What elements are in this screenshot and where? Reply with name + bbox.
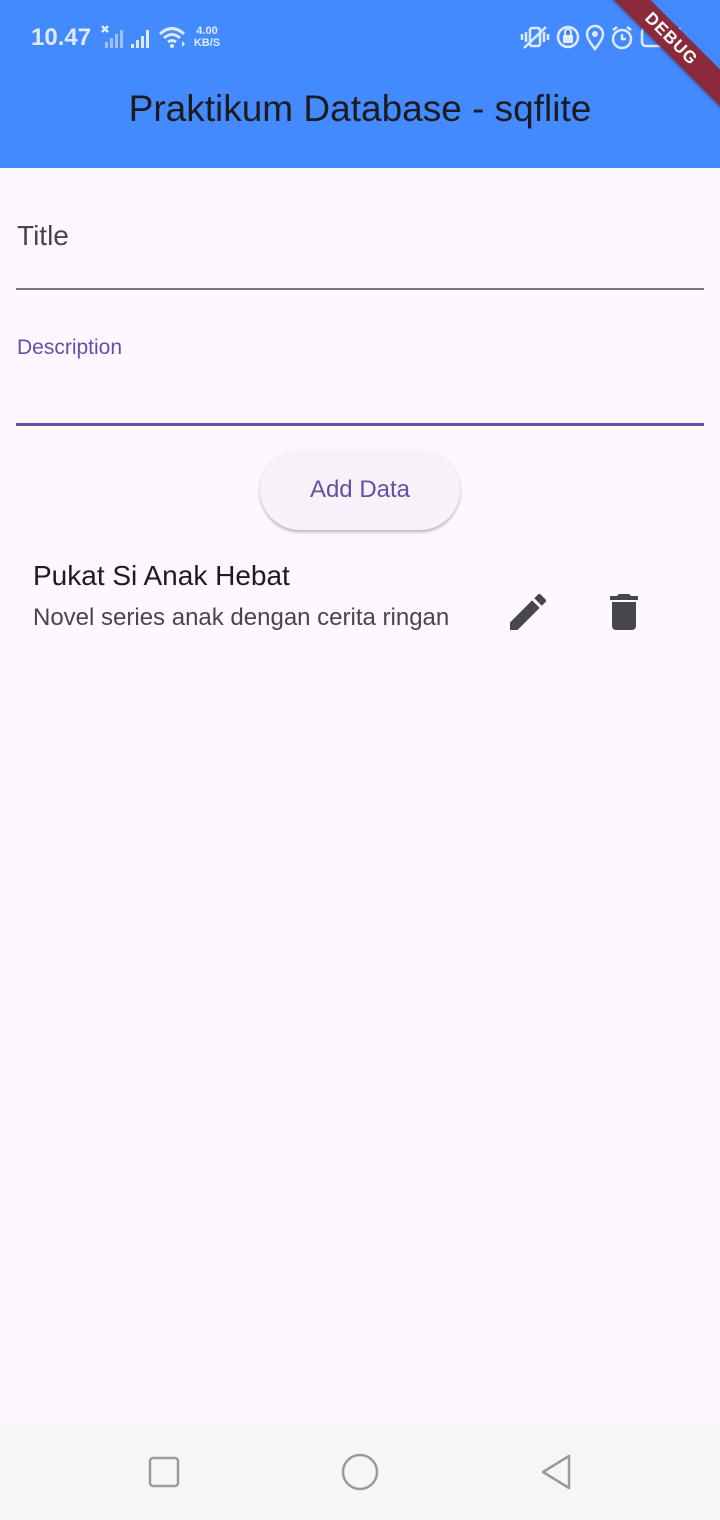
network-speed-value: 4.00 <box>196 25 218 37</box>
item-description: Novel series anak dengan cerita ringan <box>33 604 450 631</box>
trash-icon <box>610 594 638 630</box>
network-speed: 4.00 KB/S <box>191 25 223 49</box>
description-field[interactable]: Description <box>16 320 704 426</box>
add-data-button[interactable]: Add Data <box>260 450 460 530</box>
description-field-label: Description <box>17 336 123 359</box>
item-title: Pukat Si Anak Hebat <box>33 560 290 591</box>
wifi-icon <box>158 27 186 48</box>
home-icon[interactable] <box>340 1452 380 1492</box>
signal-icon <box>131 30 149 48</box>
pencil-icon <box>510 593 547 630</box>
recent-apps-icon[interactable] <box>144 1452 184 1492</box>
rotation-lock-icon <box>556 25 580 49</box>
status-time: 10.47 <box>31 24 92 51</box>
alarm-icon <box>611 26 633 50</box>
title-field-label: Title <box>17 220 69 251</box>
title-field[interactable]: Title <box>16 206 704 290</box>
location-icon <box>585 24 605 52</box>
vibrate-icon <box>520 26 550 49</box>
list-item[interactable]: Pukat Si Anak Hebat Novel series anak de… <box>0 548 720 678</box>
network-speed-unit: KB/S <box>193 37 221 49</box>
edit-button[interactable] <box>504 588 552 636</box>
page-title: Praktikum Database - sqflite <box>128 88 592 129</box>
app-bar: 10.47 4.00 KB/S Praktikum Database - sqf… <box>0 0 720 168</box>
status-bar: 10.47 4.00 KB/S <box>0 0 720 78</box>
navigation-bar <box>0 1424 720 1520</box>
back-icon[interactable] <box>536 1452 576 1492</box>
signal-no-service-icon <box>101 25 123 48</box>
delete-button[interactable] <box>600 588 648 636</box>
